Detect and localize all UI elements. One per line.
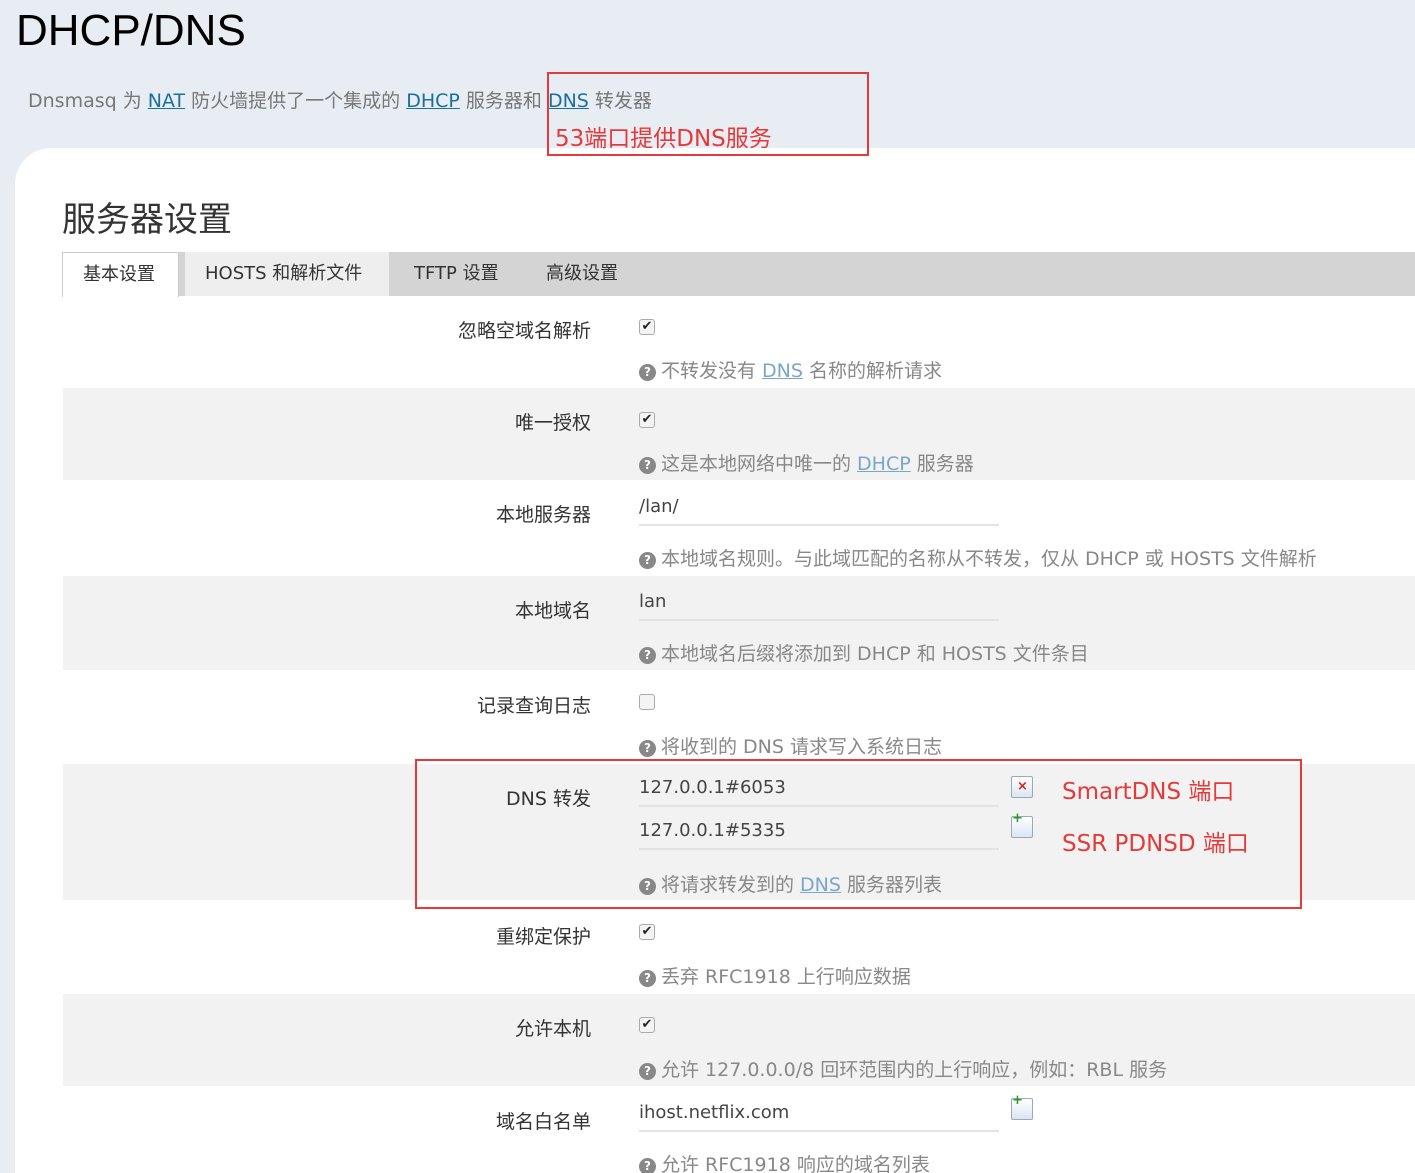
- nat-link[interactable]: NAT: [148, 90, 185, 112]
- row-rebind-localhost: 允许本机 ✔ ? 允许 127.0.0.0/8 回环范围内的上行响应，例如：RBL…: [63, 994, 1415, 1086]
- help-icon: ?: [639, 740, 656, 757]
- add-entry-icon[interactable]: +: [1011, 1094, 1033, 1120]
- domainneeded-checkbox[interactable]: ✔: [639, 319, 655, 335]
- check-icon: ✔: [641, 924, 653, 939]
- annotation-port53: 53端口提供DNS服务: [555, 126, 772, 152]
- rebind-protection-checkbox[interactable]: ✔: [639, 924, 655, 940]
- field-label: 记录查询日志: [476, 695, 591, 717]
- row-logqueries: 记录查询日志 ? 将收到的 DNS 请求写入系统日志: [63, 670, 1415, 764]
- tab-hosts[interactable]: HOSTS 和解析文件: [185, 252, 389, 296]
- tab-bar: 基本设置 HOSTS 和解析文件 TFTP 设置 高级设置: [62, 252, 1415, 297]
- help-text: ? 不转发没有 DNS 名称的解析请求: [639, 356, 942, 383]
- tab-advanced[interactable]: 高级设置: [526, 252, 638, 296]
- check-icon: ✔: [641, 412, 653, 427]
- dns-abbr-link[interactable]: DNS: [762, 360, 803, 382]
- help-text: ? 这是本地网络中唯一的 DHCP 服务器: [639, 449, 974, 476]
- annotation-ssr-pdnsd: SSR PDNSD 端口: [1062, 831, 1249, 857]
- field-label: 本地服务器: [495, 504, 591, 526]
- row-rebind-protection: 重绑定保护 ✔ ? 丢弃 RFC1918 上行响应数据: [63, 900, 1415, 994]
- help-icon: ?: [639, 647, 656, 664]
- logqueries-checkbox[interactable]: [639, 694, 655, 710]
- help-icon: ?: [639, 364, 656, 381]
- field-label: 重绑定保护: [495, 926, 591, 948]
- help-text: ? 允许 127.0.0.0/8 回环范围内的上行响应，例如：RBL 服务: [639, 1055, 1167, 1082]
- check-icon: ✔: [641, 319, 653, 334]
- help-text: ? 将收到的 DNS 请求写入系统日志: [639, 732, 942, 759]
- rebind-domain-input[interactable]: ihost.netflix.com: [639, 1102, 999, 1132]
- rebind-localhost-checkbox[interactable]: ✔: [639, 1017, 655, 1033]
- help-icon: ?: [639, 970, 656, 987]
- row-rebind-domain: 域名白名单 ihost.netflix.com + ? 允许 RFC1918 响应…: [63, 1086, 1415, 1173]
- page-title: DHCP/DNS: [16, 6, 246, 55]
- row-authoritative: 唯一授权 ✔ ? 这是本地网络中唯一的 DHCP 服务器: [63, 388, 1415, 480]
- authoritative-checkbox[interactable]: ✔: [639, 412, 655, 428]
- field-label: 本地域名: [514, 600, 591, 622]
- dhcp-link[interactable]: DHCP: [406, 90, 460, 112]
- section-title: 服务器设置: [62, 200, 232, 240]
- annotation-smartdns: SmartDNS 端口: [1062, 779, 1235, 805]
- field-label: 允许本机: [514, 1018, 591, 1040]
- dhcp-abbr-link[interactable]: DHCP: [857, 453, 911, 475]
- help-text: ? 本地域名规则。与此域匹配的名称从不转发，仅从 DHCP 或 HOSTS 文件解…: [639, 544, 1317, 571]
- help-text: ? 本地域名后缀将添加到 DHCP 和 HOSTS 文件条目: [639, 639, 1089, 666]
- row-domainneeded: 忽略空域名解析 ✔ ? 不转发没有 DNS 名称的解析请求: [63, 296, 1415, 388]
- local-server-input[interactable]: /lan/: [639, 496, 999, 526]
- row-local-server: 本地服务器 /lan/ ? 本地域名规则。与此域匹配的名称从不转发，仅从 DHCP…: [63, 480, 1415, 576]
- help-icon: ?: [639, 457, 656, 474]
- help-text: ? 丢弃 RFC1918 上行响应数据: [639, 962, 911, 989]
- help-icon: ?: [639, 1158, 656, 1173]
- help-text: ? 允许 RFC1918 响应的域名列表: [639, 1150, 930, 1173]
- field-label: 域名白名单: [495, 1111, 591, 1133]
- help-icon: ?: [639, 1063, 656, 1080]
- field-label: 忽略空域名解析: [457, 320, 591, 342]
- tab-basic[interactable]: 基本设置: [62, 252, 179, 297]
- tab-tftp[interactable]: TFTP 设置: [394, 252, 519, 296]
- help-icon: ?: [639, 552, 656, 569]
- row-local-domain: 本地域名 lan ? 本地域名后缀将添加到 DHCP 和 HOSTS 文件条目: [63, 576, 1415, 670]
- check-icon: ✔: [641, 1017, 653, 1032]
- field-label: 唯一授权: [514, 412, 591, 434]
- local-domain-input[interactable]: lan: [639, 591, 999, 621]
